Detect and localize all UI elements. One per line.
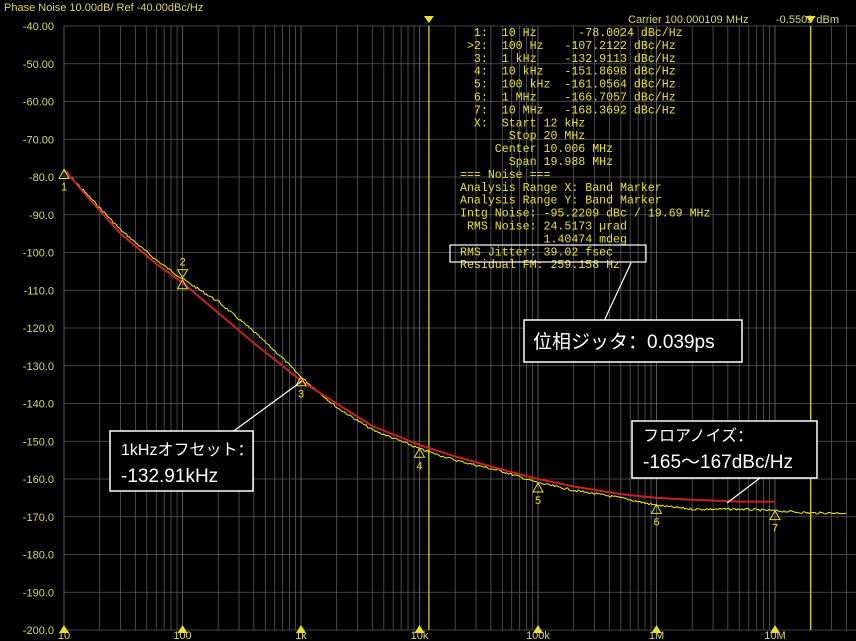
marker-label: 5 xyxy=(535,495,541,507)
marker-table-line: Residual FM: 259.158 Hz xyxy=(460,259,620,272)
marker-table-line: Stop 20 MHz xyxy=(460,130,585,143)
marker-table-line: RMS Jitter: 39.02 fsec xyxy=(460,246,613,259)
marker-table-line: 5: 100 kHz -161.0564 dBc/Hz xyxy=(460,79,676,92)
marker-label: 3 xyxy=(298,389,304,401)
floor-callout-line2: -165〜167dBc/Hz xyxy=(643,452,793,473)
carrier-power: -0.5509 dBm xyxy=(776,14,839,26)
y-tick-label: -110.0 xyxy=(24,285,54,297)
marker-table-line: 7: 10 MHz -168.3692 dBc/Hz xyxy=(460,104,676,117)
y-tick-label: -200.0 xyxy=(23,625,54,637)
phase-noise-screen: -40.00 -50.00 -60.00 -70.00 -80.0 -90.0 -100.0… xyxy=(0,0,856,641)
marker-label: 7 xyxy=(772,523,778,535)
y-tick-label: -50.00 xyxy=(23,59,54,71)
marker-table-line: === Noise === xyxy=(460,169,550,182)
marker-table-line: Span 19.988 MHz xyxy=(460,156,613,169)
y-tick-label: -40.00 xyxy=(23,21,54,33)
marker-label: 4 xyxy=(416,460,422,472)
y-tick-label: -120.0 xyxy=(23,323,54,335)
y-tick-label: -100.0 xyxy=(23,248,54,260)
marker-table-line: X: Start 12 kHz xyxy=(460,117,585,130)
y-tick-label: -160.0 xyxy=(23,474,54,486)
y-tick-label: -80.0 xyxy=(29,172,54,184)
measurement-title: Phase Noise 10.00dB/ Ref -40.00dBc/Hz xyxy=(4,2,203,14)
y-tick-label: -70.00 xyxy=(23,134,54,146)
jitter-callout-text: 位相ジッタ：0.039ps xyxy=(533,331,715,353)
marker-table-line: Center 10.006 MHz xyxy=(460,143,613,156)
marker-table-line: 6: 1 MHz -166.7057 dBc/Hz xyxy=(460,92,676,105)
marker-table-line: >2: 100 Hz -107.2122 dBc/Hz xyxy=(460,40,676,53)
offset-callout-line1: 1kHzオフセット： xyxy=(121,442,253,459)
y-tick-label: -170.0 xyxy=(23,512,54,524)
marker-table-line: Intg Noise: -95.2209 dBc / 19.69 MHz xyxy=(460,208,711,221)
marker-table-line: Analysis Range X: Band Marker xyxy=(460,182,662,195)
y-tick-label: -60.00 xyxy=(23,97,54,109)
y-tick-label: -190.0 xyxy=(23,587,54,599)
y-tick-label: -130.0 xyxy=(23,361,54,373)
carrier-frequency: Carrier 100.000109 MHz xyxy=(628,14,748,26)
marker-table-line: RMS Noise: 24.5173 µrad xyxy=(460,221,627,234)
marker-table-line: 1: 10 Hz -78.0024 dBc/Hz xyxy=(460,27,683,40)
marker-table-line: 3: 1 kHz -132.9113 dBc/Hz xyxy=(460,53,676,66)
floor-callout-line1: フロアノイズ： xyxy=(643,427,753,445)
y-tick-label: -180.0 xyxy=(23,550,54,562)
phase-noise-plot: -40.00 -50.00 -60.00 -70.00 -80.0 -90.0 -100.0… xyxy=(0,0,856,641)
y-tick-label: -150.0 xyxy=(23,436,54,448)
marker-table-line: 4: 10 kHz -151.8698 dBc/Hz xyxy=(460,66,676,79)
y-tick-label: -140.0 xyxy=(23,399,54,411)
marker-table-line: Analysis Range Y: Band Marker xyxy=(460,195,662,208)
marker-label: 1 xyxy=(61,181,67,193)
y-tick-label: -90.0 xyxy=(29,210,54,222)
offset-callout-line2: -132.91kHz xyxy=(121,466,218,487)
marker-label: 2 xyxy=(179,257,185,269)
marker-label: 6 xyxy=(653,516,659,528)
